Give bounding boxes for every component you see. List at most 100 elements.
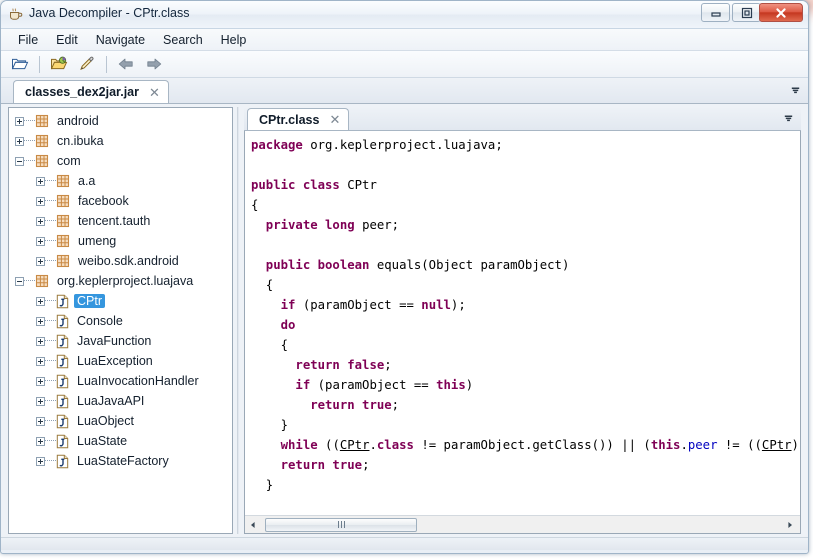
tree-node[interactable]: com xyxy=(9,151,232,171)
window-title-bar: Java Decompiler - CPtr.class xyxy=(1,1,808,29)
tree-expand-toggle-icon[interactable] xyxy=(36,317,45,326)
maximize-button[interactable] xyxy=(732,3,761,22)
tree-connector-line xyxy=(45,320,56,322)
tree-connector-line xyxy=(45,380,56,382)
tree-expand-toggle-icon[interactable] xyxy=(36,177,45,186)
java-class-icon xyxy=(56,454,69,469)
tree-node[interactable]: LuaStateFactory xyxy=(9,451,232,471)
code-token: ) xyxy=(466,378,473,392)
menu-item-navigate[interactable]: Navigate xyxy=(87,31,154,49)
code-token: != paramObject.getClass()) || ( xyxy=(414,438,651,452)
tree-connector-line xyxy=(24,140,35,142)
tree-node[interactable]: org.keplerproject.luajava xyxy=(9,271,232,291)
tree-expand-toggle-icon[interactable] xyxy=(15,137,24,146)
tree-expand-toggle-icon[interactable] xyxy=(36,337,45,346)
tree-node[interactable]: LuaException xyxy=(9,351,232,371)
tree-node[interactable]: LuaState xyxy=(9,431,232,451)
tree-expand-toggle-icon[interactable] xyxy=(36,437,45,446)
java-class-icon xyxy=(56,374,69,389)
code-token: package xyxy=(251,138,310,152)
tree-node[interactable]: LuaInvocationHandler xyxy=(9,371,232,391)
tree-node-label: com xyxy=(54,154,84,168)
code-token: this xyxy=(436,378,466,392)
tree-node[interactable]: LuaObject xyxy=(9,411,232,431)
tree-node-label: Console xyxy=(74,314,126,328)
tree-connector-line xyxy=(45,220,56,222)
chevron-down-icon[interactable] xyxy=(787,81,804,99)
tree-node[interactable]: tencent.tauth xyxy=(9,211,232,231)
tree-expand-toggle-icon[interactable] xyxy=(36,217,45,226)
chevron-down-icon[interactable] xyxy=(780,109,797,127)
open-type-icon[interactable] xyxy=(46,52,72,76)
back-arrow-icon[interactable] xyxy=(113,52,139,76)
tree-node[interactable]: JavaFunction xyxy=(9,331,232,351)
panel-splitter[interactable] xyxy=(234,107,243,534)
code-token: public boolean xyxy=(251,258,377,272)
forward-arrow-icon[interactable] xyxy=(141,52,167,76)
toolbar-separator-2 xyxy=(106,56,107,73)
horizontal-scroll-thumb[interactable] xyxy=(265,518,417,532)
menu-item-edit[interactable]: Edit xyxy=(47,31,87,49)
code-token: ; xyxy=(362,458,369,472)
jar-tab-classes-dex2jar[interactable]: classes_dex2jar.jar ✕ xyxy=(13,80,169,103)
tree-expand-toggle-icon[interactable] xyxy=(15,117,24,126)
package-tree-panel[interactable]: androidcn.ibuka com a.afacebook tencent.tau… xyxy=(8,107,233,534)
code-token: return true xyxy=(251,458,362,472)
tree-expand-toggle-icon[interactable] xyxy=(36,197,45,206)
tree-connector-line xyxy=(45,260,56,262)
tree-collapse-toggle-icon[interactable] xyxy=(15,157,24,166)
code-token: } xyxy=(251,478,273,492)
java-class-icon xyxy=(56,314,69,329)
jar-tab-close-icon[interactable]: ✕ xyxy=(149,86,160,99)
code-token: org.keplerproject.luajava; xyxy=(310,138,503,152)
tree-expand-toggle-icon[interactable] xyxy=(36,257,45,266)
tree-expand-toggle-icon[interactable] xyxy=(36,357,45,366)
tree-connector-line xyxy=(45,460,56,462)
tree-expand-toggle-icon[interactable] xyxy=(36,417,45,426)
tree-node[interactable]: LuaJavaAPI xyxy=(9,391,232,411)
class-tab-cptr[interactable]: CPtr.class ✕ xyxy=(247,108,349,130)
code-token: { xyxy=(251,338,288,352)
scroll-right-arrow-icon[interactable] xyxy=(782,517,798,533)
tree-node[interactable]: cn.ibuka xyxy=(9,131,232,151)
tree-collapse-toggle-icon[interactable] xyxy=(15,277,24,286)
tree-expand-toggle-icon[interactable] xyxy=(36,297,45,306)
close-button[interactable] xyxy=(759,3,803,22)
toolbar xyxy=(1,51,808,78)
menu-item-search[interactable]: Search xyxy=(154,31,212,49)
menu-item-help[interactable]: Help xyxy=(212,31,256,49)
tree-expand-toggle-icon[interactable] xyxy=(36,237,45,246)
package-icon xyxy=(56,174,70,188)
save-source-icon[interactable] xyxy=(74,52,100,76)
open-folder-icon[interactable] xyxy=(7,52,33,76)
tree-expand-toggle-icon[interactable] xyxy=(36,457,45,466)
tree-expand-toggle-icon[interactable] xyxy=(36,377,45,386)
tree-node[interactable]: a.a xyxy=(9,171,232,191)
code-token: while xyxy=(251,438,325,452)
code-type-link[interactable]: CPtr xyxy=(762,438,792,452)
tree-node[interactable]: weibo.sdk.android xyxy=(9,251,232,271)
code-line: do xyxy=(251,315,800,335)
tree-node[interactable]: facebook xyxy=(9,191,232,211)
tree-node[interactable]: android xyxy=(9,111,232,131)
code-token: return true xyxy=(251,398,392,412)
menu-item-file[interactable]: File xyxy=(9,31,47,49)
java-class-icon xyxy=(56,414,69,429)
source-code-view[interactable]: package org.keplerproject.luajava; publi… xyxy=(244,131,801,534)
scroll-left-arrow-icon[interactable] xyxy=(245,517,261,533)
code-line: { xyxy=(251,195,800,215)
tree-expand-toggle-icon[interactable] xyxy=(36,397,45,406)
code-token: ); xyxy=(451,298,466,312)
code-line: if (paramObject == null); xyxy=(251,295,800,315)
java-class-icon xyxy=(56,354,69,369)
horizontal-scrollbar[interactable] xyxy=(245,515,800,533)
tree-node[interactable]: Console xyxy=(9,311,232,331)
code-token: public class xyxy=(251,178,347,192)
tree-node[interactable]: CPtr xyxy=(9,291,232,311)
code-token: (paramObject == xyxy=(318,378,436,392)
code-type-link[interactable]: CPtr xyxy=(340,438,370,452)
tree-node-label: tencent.tauth xyxy=(75,214,153,228)
class-tab-close-icon[interactable]: ✕ xyxy=(329,113,340,126)
minimize-button[interactable] xyxy=(701,3,730,22)
tree-node[interactable]: umeng xyxy=(9,231,232,251)
